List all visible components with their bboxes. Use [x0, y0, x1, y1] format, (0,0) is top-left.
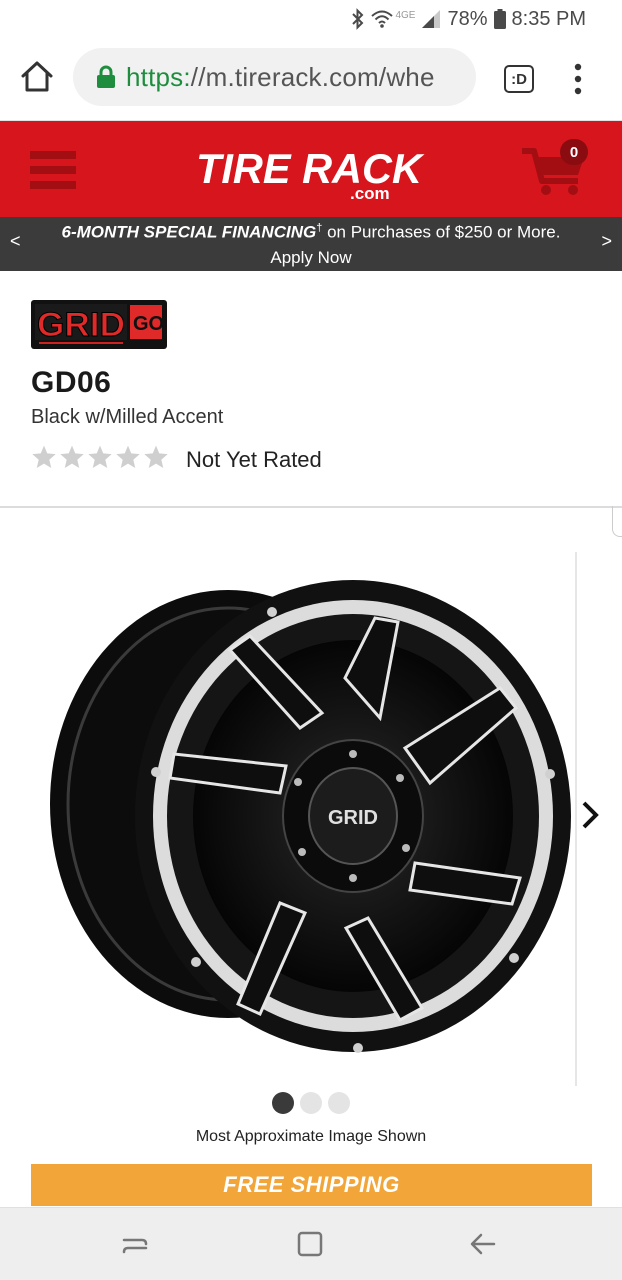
hamburger-menu-icon[interactable] [30, 150, 76, 190]
svg-text:GO: GO [133, 313, 164, 335]
wheel-product-image[interactable]: GRID [50, 578, 572, 1064]
section-divider [0, 506, 622, 508]
promo-text: 6-MONTH SPECIAL FINANCING† on Purchases … [61, 222, 561, 242]
apply-now-link[interactable]: Apply Now [0, 248, 622, 268]
signal-icon [422, 10, 441, 28]
network-label: 4GE [395, 9, 416, 21]
tire-rack-logo[interactable]: TIRE RACK .com [188, 143, 432, 201]
cart-count-badge: 0 [560, 139, 588, 165]
star-icon [60, 445, 84, 469]
site-header: TIRE RACK .com [0, 121, 622, 217]
image-caption: Most Approximate Image Shown [195, 1128, 427, 1145]
battery-icon [493, 9, 506, 29]
star-icon [88, 445, 112, 469]
back-icon[interactable] [468, 1229, 498, 1259]
chevron-right-icon[interactable] [578, 798, 602, 832]
rating-text: Not Yet Rated [186, 447, 322, 472]
tab-switcher-button[interactable]: :D [504, 65, 534, 93]
promo-next-arrow[interactable]: > [601, 231, 612, 252]
product-finish: Black w/Milled Accent [31, 406, 224, 428]
logo-sub: .com [350, 184, 390, 201]
lock-icon [97, 65, 115, 88]
address-bar[interactable]: https://m.tirerack.com/whe [73, 48, 476, 106]
side-edge [612, 506, 622, 537]
status-bar: 4GE 78% 8:35 PM [0, 0, 622, 38]
home-icon[interactable] [18, 58, 56, 96]
gallery-dot-2[interactable] [300, 1092, 322, 1114]
wifi-icon [371, 10, 394, 28]
logo-text: TIRE RACK [196, 145, 425, 192]
next-image-preview-edge [575, 552, 577, 1086]
gallery-dot-1[interactable] [272, 1092, 294, 1114]
overflow-menu-icon[interactable] [568, 62, 588, 96]
svg-text:GRID: GRID [37, 306, 125, 344]
grid-brand-logo: GRID GO [31, 300, 167, 349]
recent-apps-icon[interactable] [120, 1229, 150, 1259]
free-shipping-banner: FREE SHIPPING [31, 1164, 592, 1206]
status-icons: 4GE 78% 8:35 PM [351, 6, 586, 32]
bluetooth-icon [352, 8, 364, 30]
star-icon [32, 445, 56, 469]
star-icon [116, 445, 140, 469]
gallery-pagination [272, 1092, 350, 1114]
product-name: GD06 [31, 366, 112, 399]
system-nav-bar [0, 1207, 622, 1280]
financing-promo-banner[interactable]: < 6-MONTH SPECIAL FINANCING† on Purchase… [0, 217, 622, 271]
gallery-dot-3[interactable] [328, 1092, 350, 1114]
battery-percent: 78% [447, 7, 488, 30]
browser-toolbar: https://m.tirerack.com/whe :D [0, 38, 622, 121]
clock: 8:35 PM [511, 7, 586, 30]
hub-label: GRID [328, 807, 378, 829]
url-text[interactable]: https://m.tirerack.com/whe [126, 62, 435, 93]
star-icon [144, 445, 168, 469]
star-rating[interactable] [31, 444, 169, 470]
home-button-icon[interactable] [295, 1229, 325, 1259]
